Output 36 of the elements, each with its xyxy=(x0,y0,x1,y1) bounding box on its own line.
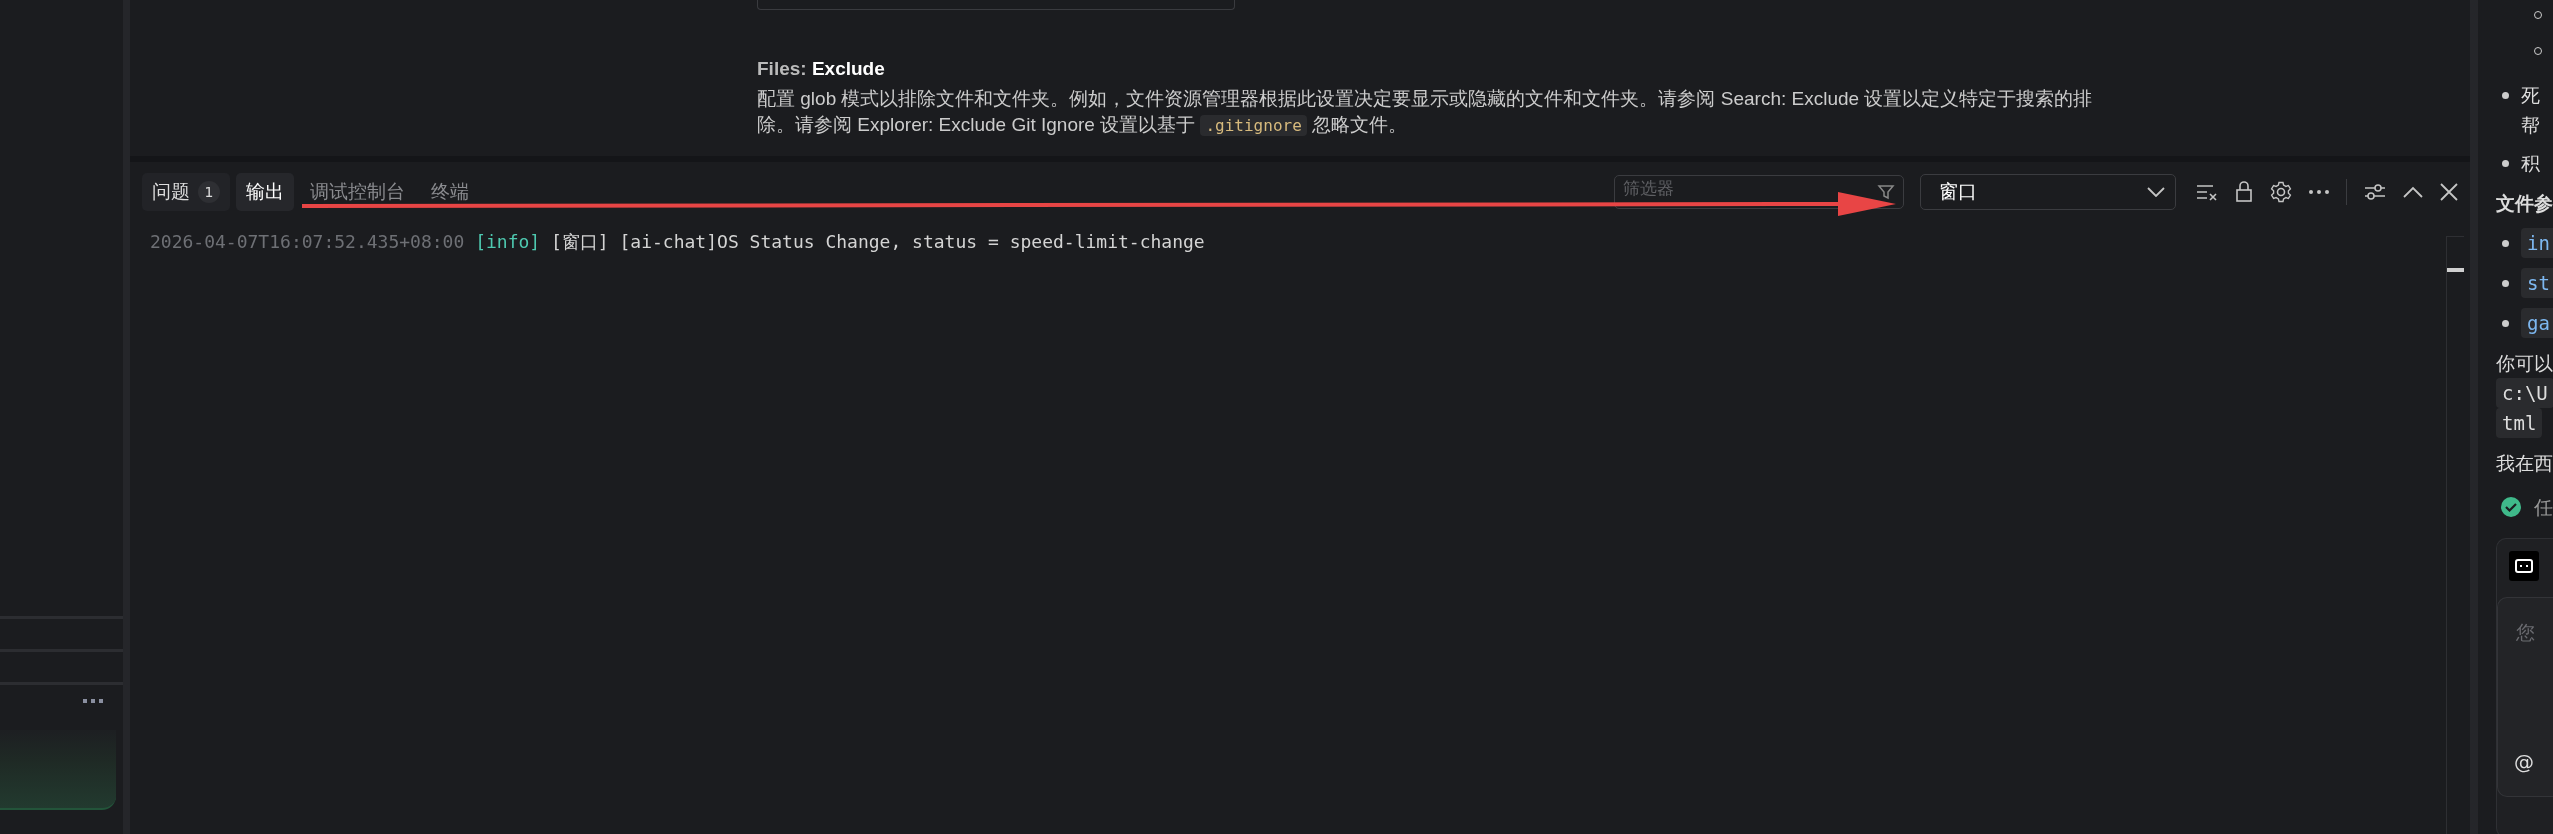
chevron-down-icon xyxy=(2147,187,2165,197)
chat-text: 我在西 xyxy=(2496,451,2553,476)
chat-text: 你可以 xyxy=(2496,351,2553,376)
file-link[interactable]: ga xyxy=(2521,308,2553,338)
setting-title: Files: Exclude xyxy=(757,58,886,80)
filter-input[interactable]: 筛选器 xyxy=(1623,178,1877,198)
inline-code: tml xyxy=(2496,408,2543,438)
log-line: 2026-04-07T16:07:52.435+08:00 [info] [窗口] [ai-chat]OS Status Change, status = speed-limit-change xyxy=(150,230,1206,254)
panel-tab[interactable]: 调试控制台 xyxy=(300,173,415,211)
chat-bot-icon xyxy=(2509,551,2539,581)
panel-tab[interactable]: 问题 1 xyxy=(142,173,230,211)
channel-dropdown[interactable]: 窗口 xyxy=(1920,174,2176,210)
count-badge: 1 xyxy=(198,181,220,203)
setting-field[interactable] xyxy=(757,0,1235,10)
more-icon[interactable] xyxy=(83,699,103,704)
close-icon[interactable] xyxy=(2440,183,2458,201)
funnel-icon[interactable] xyxy=(1877,183,1895,201)
chevron-up-icon[interactable] xyxy=(2403,186,2423,198)
chat-input[interactable]: 您 xyxy=(2514,620,2553,644)
setting-description: 配置 glob 模式以排除文件和文件夹。例如，文件资源管理器根据此设置决定要显示或隐藏的文件和文件夹。请参阅 Search: Exclude 设置以定义特定于搜索的排除。请参阅 Explorer: Exclude Git Ignore 设置以基于 .gitignore 忽略文件。 xyxy=(757,87,2094,138)
panel-tab[interactable]: 终端 xyxy=(421,173,479,211)
clear-list-icon[interactable] xyxy=(2196,182,2218,202)
panel-tab[interactable]: 输出 xyxy=(236,173,294,211)
file-link[interactable]: st xyxy=(2521,268,2553,298)
input-box: 您 @ xyxy=(2497,597,2553,797)
chat-text: 积 xyxy=(2521,151,2540,176)
status-text: 任 xyxy=(2534,495,2553,520)
scrollbar[interactable] xyxy=(2446,236,2464,834)
inline-code: c:\U xyxy=(2496,378,2553,408)
lock-icon[interactable] xyxy=(2235,181,2253,203)
settings-icon[interactable] xyxy=(2270,181,2292,203)
chat-heading: 文件参 xyxy=(2496,191,2553,216)
chat-text: 死帮 xyxy=(2521,83,2540,138)
sliders-icon[interactable] xyxy=(2364,182,2386,202)
file-link[interactable]: in xyxy=(2521,228,2553,258)
more-icon[interactable] xyxy=(2309,190,2329,194)
